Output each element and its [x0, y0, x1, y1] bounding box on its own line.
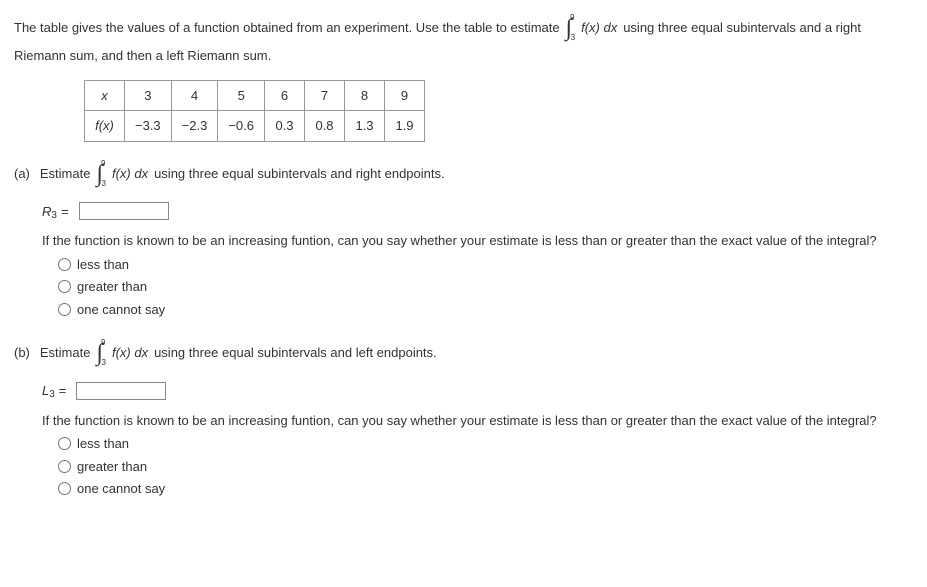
- part-a: (a) Estimate ∫ 9 3 f(x) dx using three e…: [14, 156, 913, 320]
- estimate-text: Estimate: [40, 164, 91, 184]
- l3-sub: 3: [49, 387, 55, 402]
- radio-less-than-b[interactable]: [58, 437, 71, 450]
- intro-text-2: using three equal subintervals and a rig…: [623, 18, 861, 38]
- table-cell: 6: [265, 80, 305, 111]
- data-table: x 3 4 5 6 7 8 9 f(x) −3.3 −2.3 −0.6 0.3 …: [84, 80, 425, 142]
- option-label: greater than: [77, 457, 147, 477]
- option-cannot-say-b[interactable]: one cannot say: [58, 479, 913, 499]
- option-label: less than: [77, 255, 129, 275]
- part-b: (b) Estimate ∫ 9 3 f(x) dx using three e…: [14, 335, 913, 499]
- table-cell: 8: [345, 80, 385, 111]
- intro-text-3: Riemann sum, and then a left Riemann sum…: [14, 46, 913, 66]
- table-cell: 0.8: [305, 111, 345, 142]
- l3-var: L: [42, 381, 49, 401]
- r3-input[interactable]: [79, 202, 169, 220]
- integral-expression: ∫ 9 3 f(x) dx: [566, 10, 618, 46]
- radio-greater-than-a[interactable]: [58, 280, 71, 293]
- intro-text-1: The table gives the values of a function…: [14, 18, 560, 38]
- part-a-followup: If the function is known to be an increa…: [42, 231, 902, 251]
- table-header-x: x: [85, 80, 125, 111]
- r3-var: R: [42, 202, 51, 222]
- table-cell: 1.9: [385, 111, 425, 142]
- table-cell: −0.6: [218, 111, 265, 142]
- option-label: one cannot say: [77, 300, 165, 320]
- table-cell: 0.3: [265, 111, 305, 142]
- table-cell: −3.3: [125, 111, 172, 142]
- option-label: one cannot say: [77, 479, 165, 499]
- table-cell: 1.3: [345, 111, 385, 142]
- radio-cannot-say-b[interactable]: [58, 482, 71, 495]
- integral-expression-b: ∫ 9 3 f(x) dx: [96, 335, 148, 371]
- radio-cannot-say-a[interactable]: [58, 303, 71, 316]
- option-less-than-a[interactable]: less than: [58, 255, 913, 275]
- part-b-followup: If the function is known to be an increa…: [42, 411, 902, 431]
- part-b-options: less than greater than one cannot say: [58, 434, 913, 499]
- option-label: less than: [77, 434, 129, 454]
- radio-greater-than-b[interactable]: [58, 460, 71, 473]
- part-a-options: less than greater than one cannot say: [58, 255, 913, 320]
- table-cell: −2.3: [171, 111, 218, 142]
- eq-sign: =: [61, 202, 69, 222]
- estimate-text-b: Estimate: [40, 343, 91, 363]
- part-b-label: (b): [14, 343, 30, 363]
- table-cell: 3: [125, 80, 172, 111]
- option-greater-than-b[interactable]: greater than: [58, 457, 913, 477]
- l3-input[interactable]: [76, 382, 166, 400]
- option-label: greater than: [77, 277, 147, 297]
- table-cell: 7: [305, 80, 345, 111]
- table-cell: 4: [171, 80, 218, 111]
- table-header-fx: f(x): [85, 111, 125, 142]
- r3-sub: 3: [51, 208, 57, 223]
- option-cannot-say-a[interactable]: one cannot say: [58, 300, 913, 320]
- part-a-label: (a): [14, 164, 30, 184]
- option-less-than-b[interactable]: less than: [58, 434, 913, 454]
- intro-text: The table gives the values of a function…: [14, 10, 913, 66]
- option-greater-than-a[interactable]: greater than: [58, 277, 913, 297]
- integral-expression-a: ∫ 9 3 f(x) dx: [96, 156, 148, 192]
- table-cell: 5: [218, 80, 265, 111]
- table-cell: 9: [385, 80, 425, 111]
- part-b-tail: using three equal subintervals and left …: [154, 343, 437, 363]
- eq-sign-b: =: [59, 381, 67, 401]
- radio-less-than-a[interactable]: [58, 258, 71, 271]
- part-a-tail: using three equal subintervals and right…: [154, 164, 445, 184]
